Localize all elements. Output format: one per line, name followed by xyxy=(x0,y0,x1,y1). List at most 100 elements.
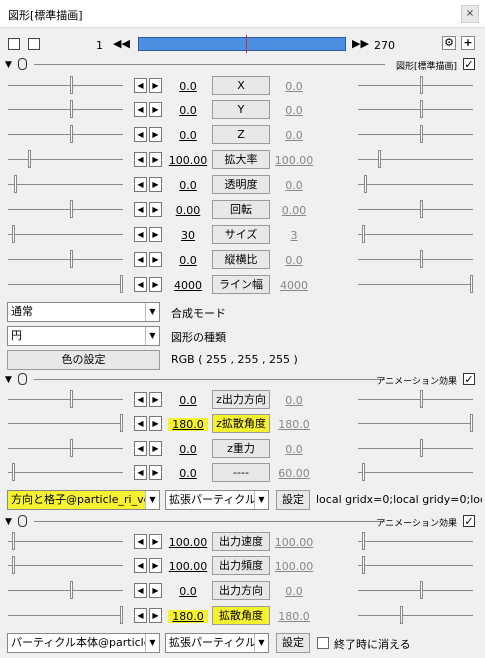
slider-thumb[interactable] xyxy=(420,439,423,457)
increment-arrow-icon[interactable]: ▶ xyxy=(149,202,162,217)
anim2-type-select[interactable]: 拡張パーティクル( ▼ xyxy=(165,633,269,653)
end-value[interactable]: 0.00 xyxy=(274,204,314,217)
chevron-down-icon[interactable]: ▼ xyxy=(145,327,159,345)
slider-thumb[interactable] xyxy=(378,150,381,168)
right-slider[interactable] xyxy=(358,532,473,550)
decrement-arrow-icon[interactable]: ◀ xyxy=(134,392,147,407)
param-label-button[interactable]: 拡大率 xyxy=(212,150,270,169)
end-value[interactable]: 0.0 xyxy=(274,394,314,407)
left-slider[interactable] xyxy=(8,581,123,599)
chevron-down-icon[interactable]: ▼ xyxy=(254,634,268,652)
start-value[interactable]: 0.0 xyxy=(168,394,208,407)
chevron-down-icon[interactable]: ▼ xyxy=(254,491,268,509)
increment-arrow-icon[interactable]: ▶ xyxy=(149,227,162,242)
left-slider[interactable] xyxy=(8,390,123,408)
start-value[interactable]: 0.0 xyxy=(168,443,208,456)
decrement-arrow-icon[interactable]: ◀ xyxy=(134,277,147,292)
increment-arrow-icon[interactable]: ▶ xyxy=(149,441,162,456)
end-value[interactable]: 0.0 xyxy=(274,254,314,267)
left-slider[interactable] xyxy=(8,439,123,457)
slider-thumb[interactable] xyxy=(12,532,15,550)
decrement-arrow-icon[interactable]: ◀ xyxy=(134,583,147,598)
end-vanish-checkbox[interactable] xyxy=(317,637,329,649)
slider-thumb[interactable] xyxy=(120,275,123,293)
param-label-button[interactable]: z重力 xyxy=(212,439,270,458)
start-value[interactable]: 0.0 xyxy=(168,254,208,267)
start-value[interactable]: 180.0 xyxy=(168,610,208,623)
increment-arrow-icon[interactable]: ▶ xyxy=(149,127,162,142)
slider-thumb[interactable] xyxy=(120,414,123,432)
left-slider[interactable] xyxy=(8,606,123,624)
start-value[interactable]: 30 xyxy=(168,229,208,242)
slider-thumb[interactable] xyxy=(70,200,73,218)
param-label-button[interactable]: 出力頻度 xyxy=(212,556,270,575)
collapse-icon[interactable]: ▼ xyxy=(5,375,12,385)
slider-thumb[interactable] xyxy=(470,414,473,432)
increment-arrow-icon[interactable]: ▶ xyxy=(149,465,162,480)
anim1-settings-button[interactable]: 設定 xyxy=(276,490,310,510)
increment-arrow-icon[interactable]: ▶ xyxy=(149,78,162,93)
slider-thumb[interactable] xyxy=(362,463,365,481)
decrement-arrow-icon[interactable]: ◀ xyxy=(134,78,147,93)
slider-thumb[interactable] xyxy=(70,250,73,268)
slider-thumb[interactable] xyxy=(70,390,73,408)
start-value[interactable]: 180.0 xyxy=(168,418,208,431)
slider-thumb[interactable] xyxy=(362,225,365,243)
slider-thumb[interactable] xyxy=(70,439,73,457)
param-label-button[interactable]: ライン幅 xyxy=(212,275,270,294)
scene-icon[interactable] xyxy=(8,38,20,50)
end-value[interactable]: 180.0 xyxy=(274,418,314,431)
right-slider[interactable] xyxy=(358,275,473,293)
decrement-arrow-icon[interactable]: ◀ xyxy=(134,465,147,480)
next-frame-button[interactable]: ▶▶ xyxy=(352,37,369,51)
slider-thumb[interactable] xyxy=(120,606,123,624)
slider-thumb[interactable] xyxy=(400,606,403,624)
anim1-type-select[interactable]: 拡張パーティクル( ▼ xyxy=(165,490,269,510)
param-label-button[interactable]: 回転 xyxy=(212,200,270,219)
right-slider[interactable] xyxy=(358,175,473,193)
increment-arrow-icon[interactable]: ▶ xyxy=(149,583,162,598)
right-slider[interactable] xyxy=(358,463,473,481)
end-value[interactable]: 0.0 xyxy=(274,443,314,456)
chevron-down-icon[interactable]: ▼ xyxy=(145,491,159,509)
slider-thumb[interactable] xyxy=(420,125,423,143)
decrement-arrow-icon[interactable]: ◀ xyxy=(134,252,147,267)
param-label-button[interactable]: 透明度 xyxy=(212,175,270,194)
slider-thumb[interactable] xyxy=(12,556,15,574)
slider-thumb[interactable] xyxy=(362,556,365,574)
end-value[interactable]: 100.00 xyxy=(274,154,314,167)
decrement-arrow-icon[interactable]: ◀ xyxy=(134,608,147,623)
end-value[interactable]: 0.0 xyxy=(274,80,314,93)
increment-arrow-icon[interactable]: ▶ xyxy=(149,102,162,117)
right-slider[interactable] xyxy=(358,225,473,243)
increment-arrow-icon[interactable]: ▶ xyxy=(149,534,162,549)
param-label-button[interactable]: 拡散角度 xyxy=(212,606,270,625)
frame-slider[interactable] xyxy=(138,35,346,53)
anim1-script-select[interactable]: 方向と格子@particle_ri_ve ▼ xyxy=(7,490,160,510)
slider-thumb[interactable] xyxy=(14,175,17,193)
start-value[interactable]: 0.0 xyxy=(168,467,208,480)
param-label-button[interactable]: z拡散角度 xyxy=(212,414,270,433)
param-label-button[interactable]: 出力速度 xyxy=(212,532,270,551)
slider-thumb[interactable] xyxy=(420,200,423,218)
section-enable-checkbox[interactable]: ✓ xyxy=(463,515,475,527)
collapse-icon[interactable]: ▼ xyxy=(5,517,12,527)
increment-arrow-icon[interactable]: ▶ xyxy=(149,152,162,167)
right-slider[interactable] xyxy=(358,606,473,624)
right-slider[interactable] xyxy=(358,125,473,143)
decrement-arrow-icon[interactable]: ◀ xyxy=(134,227,147,242)
left-slider[interactable] xyxy=(8,463,123,481)
end-value[interactable]: 0.0 xyxy=(274,104,314,117)
slider-thumb[interactable] xyxy=(12,463,15,481)
slider-thumb[interactable] xyxy=(470,275,473,293)
slider-thumb[interactable] xyxy=(420,250,423,268)
param-label-button[interactable]: 縦横比 xyxy=(212,250,270,269)
settings-icon[interactable]: ⚙ xyxy=(442,36,456,50)
left-slider[interactable] xyxy=(8,532,123,550)
increment-arrow-icon[interactable]: ▶ xyxy=(149,608,162,623)
decrement-arrow-icon[interactable]: ◀ xyxy=(134,102,147,117)
start-value[interactable]: 100.00 xyxy=(168,536,208,549)
decrement-arrow-icon[interactable]: ◀ xyxy=(134,202,147,217)
increment-arrow-icon[interactable]: ▶ xyxy=(149,277,162,292)
left-slider[interactable] xyxy=(8,275,123,293)
